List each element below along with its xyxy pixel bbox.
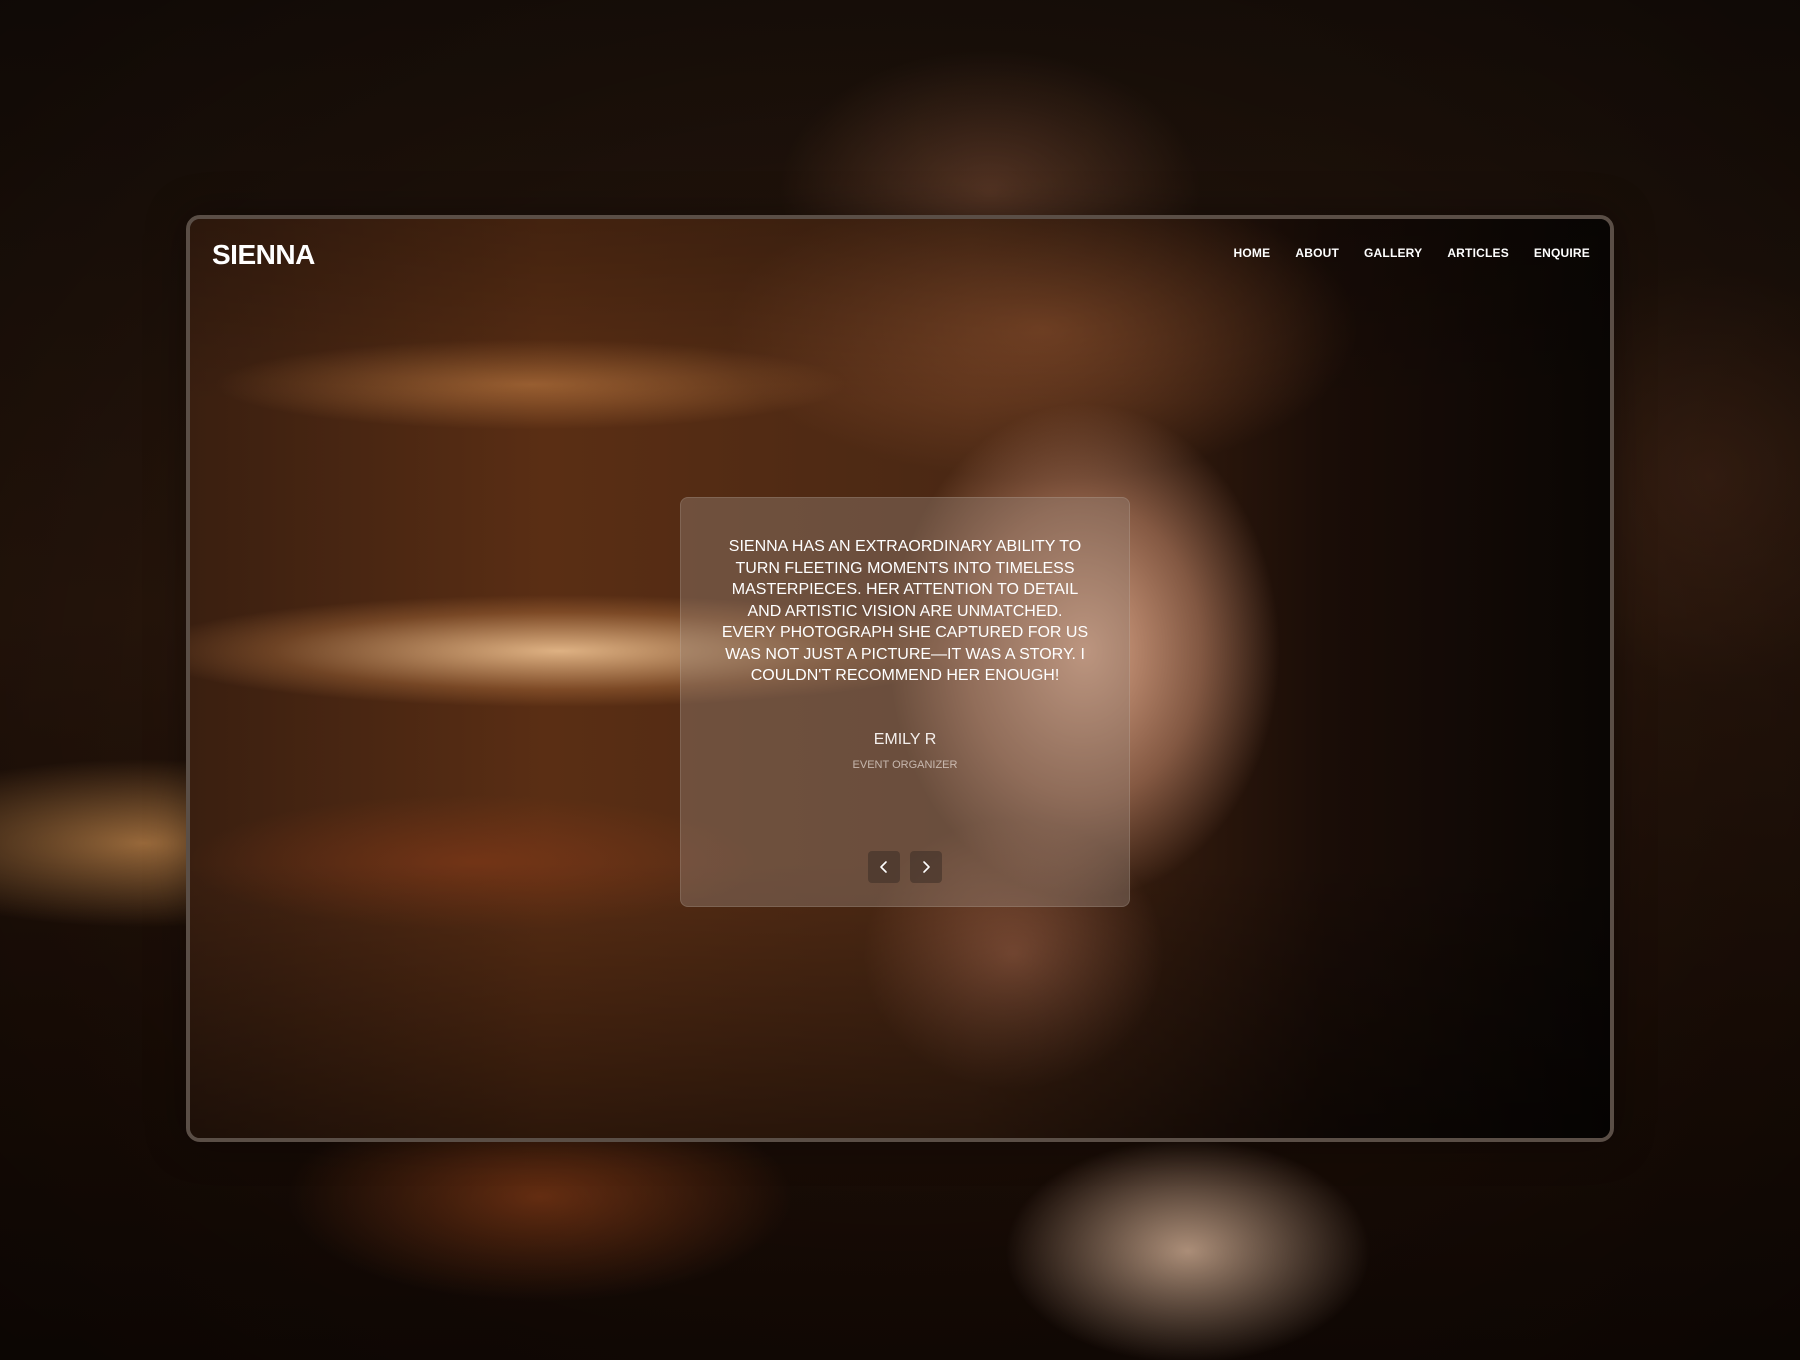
main-nav: HOME ABOUT GALLERY ARTICLES ENQUIRE — [1234, 246, 1590, 260]
testimonial-quote: SIENNA HAS AN EXTRAORDINARY ABILITY TO T… — [721, 538, 1089, 684]
nav-gallery[interactable]: GALLERY — [1364, 246, 1422, 260]
testimonial-role: EVENT ORGANIZER — [852, 759, 958, 771]
nav-home[interactable]: HOME — [1234, 246, 1271, 260]
site-logo[interactable]: SIENNA — [212, 239, 315, 271]
testimonial-controls — [681, 851, 1129, 883]
website-frame: SIENNA HOME ABOUT GALLERY ARTICLES ENQUI… — [186, 215, 1614, 1142]
nav-about[interactable]: ABOUT — [1295, 246, 1339, 260]
testimonial-author: EMILY R — [873, 731, 937, 748]
next-testimonial-button[interactable] — [910, 851, 942, 883]
chevron-right-icon — [923, 861, 930, 873]
chevron-left-icon — [880, 861, 887, 873]
previous-testimonial-button[interactable] — [868, 851, 900, 883]
nav-articles[interactable]: ARTICLES — [1447, 246, 1509, 260]
testimonial-card: SIENNA HAS AN EXTRAORDINARY ABILITY TO T… — [680, 497, 1130, 907]
nav-enquire[interactable]: ENQUIRE — [1534, 246, 1590, 260]
